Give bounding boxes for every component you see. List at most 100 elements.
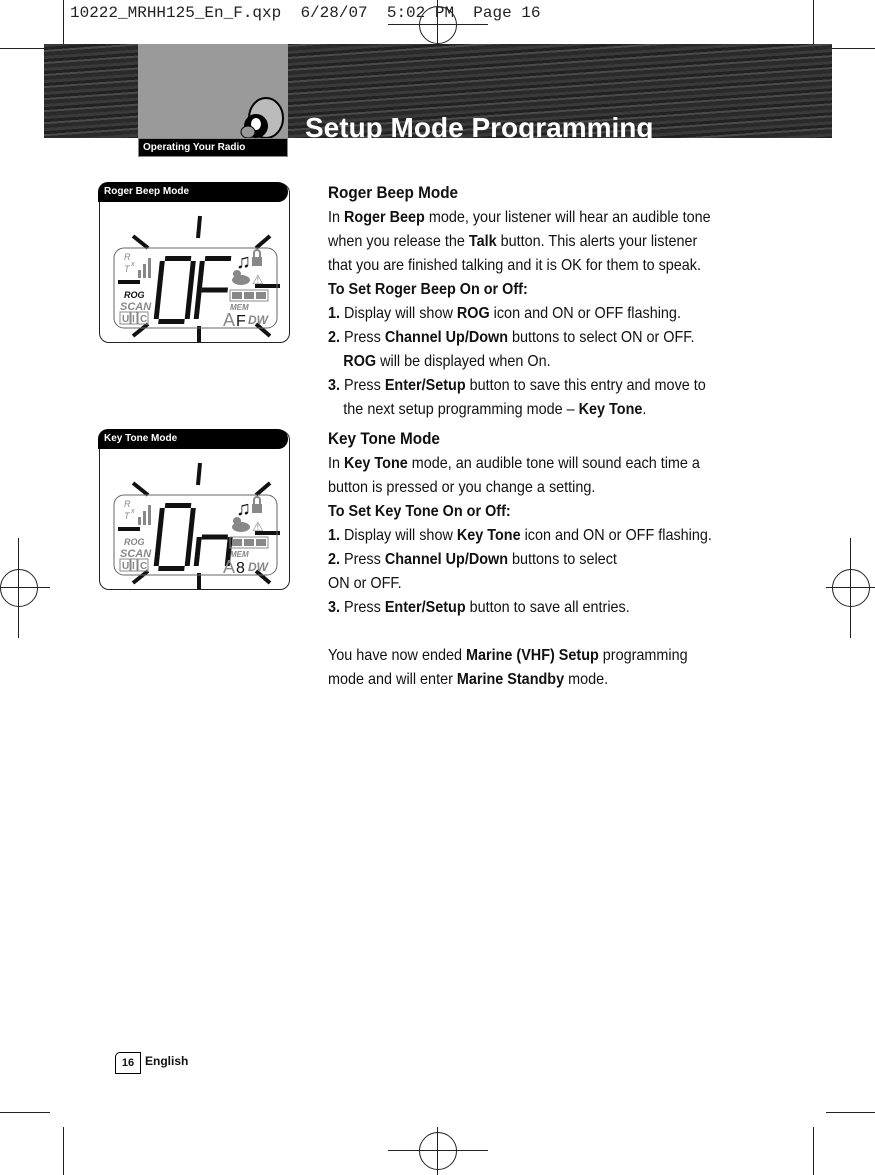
bold-text: Marine (VHF) Setup — [465, 647, 599, 664]
scan-indicator: SCAN — [120, 548, 152, 560]
text: mode. — [564, 671, 609, 688]
text: In — [328, 209, 345, 226]
text: button to save all entries. — [465, 599, 630, 616]
paragraph: You have now ended Marine (VHF) Setup pr… — [328, 644, 724, 692]
paragraph: 1. Display will show Key Tone icon and O… — [328, 524, 724, 548]
scan-indicator: SCAN — [120, 301, 152, 313]
lock-icon — [252, 249, 262, 266]
lcd-segment — [201, 287, 229, 293]
band-a-indicator: A — [223, 557, 235, 577]
paragraph: In Roger Beep mode, your listener will h… — [328, 206, 724, 278]
paragraph: To Set Key Tone On or Off: — [328, 500, 724, 524]
bold-text: Channel Up/Down — [384, 329, 509, 346]
lcd-label: x — [130, 261, 135, 268]
lcd-label: U — [122, 561, 129, 572]
lcd-label: I — [132, 561, 135, 572]
crop-mark — [832, 48, 875, 49]
lcd-segment — [153, 537, 162, 566]
lcd-segment — [201, 534, 229, 540]
section-heading: Key Tone Mode — [328, 429, 440, 448]
panel-label: Key Tone Mode — [104, 433, 178, 444]
text: buttons to select — [508, 551, 617, 568]
paragraph: 2. Press Channel Up/Down buttons to sele… — [328, 326, 724, 374]
registration-mark — [0, 569, 38, 607]
lcd-screen: R T x ROG SCAN U I C ♫ ⚠ MEM A F DW — [113, 215, 280, 342]
manual-page: 10222_MRHH125_En_F.qxp 6/28/07 5:02 PM P… — [0, 0, 875, 1175]
text: In — [328, 455, 345, 472]
page-title: Setup Mode Programming — [305, 112, 654, 138]
lcd-segment — [187, 508, 196, 537]
signal-strength-icon — [138, 505, 151, 525]
text: Display will show — [344, 305, 457, 322]
lcd-segment — [156, 508, 165, 537]
lcd-display-panel: Key Tone Mode R T x ROG SCAN U I C ♫ ⚠ M… — [98, 429, 290, 590]
paragraph: 1. Display will show ROG icon and ON or … — [328, 302, 724, 326]
bold-text: Key Tone — [344, 455, 408, 472]
text: Press — [344, 377, 385, 394]
bold-text: Talk — [468, 233, 497, 250]
lcd-segment — [156, 261, 165, 290]
text: ON or OFF. — [328, 575, 402, 592]
crop-mark — [0, 48, 44, 49]
bold-text: To Set Roger Beep On or Off: — [328, 281, 528, 298]
paragraph: 2. Press Channel Up/Down buttons to sele… — [328, 548, 724, 572]
section-heading: Roger Beep Mode — [328, 183, 459, 202]
text: Press — [344, 599, 385, 616]
panel-label-tab: Roger Beep Mode — [98, 182, 288, 202]
footer-language: English — [145, 1054, 189, 1068]
paragraph: In Key Tone mode, an audible tone will s… — [328, 452, 724, 500]
band-sub-indicator: 8 — [236, 560, 245, 577]
rx-indicator: R — [124, 499, 131, 509]
signal-strength-icon — [138, 258, 151, 278]
section-tab: Operating Your Radio — [138, 138, 288, 157]
crop-mark — [813, 1127, 814, 1175]
lock-icon — [252, 496, 262, 513]
text: icon and ON or OFF flashing. — [489, 305, 681, 322]
lcd-segment — [164, 503, 192, 508]
lcd-segment — [158, 566, 185, 571]
battery-icon — [229, 289, 269, 302]
lcd-segment — [158, 319, 185, 324]
lcd-label: T — [124, 511, 131, 521]
paragraph: To Set Roger Beep On or Off: — [328, 278, 724, 302]
lcd-segment — [153, 290, 162, 319]
lcd-segment — [184, 290, 193, 319]
lcd-segment — [187, 261, 196, 290]
bold-text: 1. — [328, 527, 345, 544]
page-number: 16 — [115, 1052, 141, 1074]
band-sub-indicator: F — [236, 313, 246, 330]
bold-text: To Set Key Tone On or Off: — [328, 503, 511, 520]
bold-text: Key Tone — [456, 527, 521, 544]
lcd-segment — [193, 537, 202, 566]
bold-text: Key Tone — [578, 401, 643, 418]
section-key-tone: Key Tone Mode In Key Tone mode, an audibl… — [328, 427, 724, 692]
lcd-screen: R T x ROG SCAN U I C ♫ ⚠ MEM A 8 DW — [113, 462, 280, 589]
bold-text: 2. — [328, 329, 345, 346]
paragraph: ON or OFF. — [328, 572, 724, 596]
lcd-display-panel: Roger Beep Mode R T x ROG SCAN U I C ♫ ⚠… — [98, 182, 290, 343]
bold-text: ROG — [456, 305, 490, 322]
bold-text: Enter/Setup — [384, 599, 466, 616]
rx-indicator: R — [124, 252, 131, 262]
section-tab-image — [138, 44, 288, 138]
bold-text: Roger Beep — [344, 209, 425, 226]
lcd-segment — [164, 256, 192, 261]
crop-mark — [63, 1127, 64, 1175]
music-note-icon: ♫ — [236, 251, 251, 273]
crop-mark — [0, 1112, 50, 1113]
text: will be displayed when On. — [376, 353, 551, 370]
text: . — [642, 401, 647, 418]
rog-indicator: ROG — [124, 537, 145, 547]
text: Press — [344, 329, 385, 346]
bold-text: Channel Up/Down — [384, 551, 509, 568]
crop-mark — [826, 1112, 875, 1113]
section-tab-label: Operating Your Radio — [143, 142, 246, 153]
text: icon and ON or OFF flashing. — [520, 527, 712, 544]
panel-label: Roger Beep Mode — [104, 186, 190, 197]
rog-indicator: ROG — [124, 290, 145, 300]
text: Display will show — [344, 527, 457, 544]
text: Press — [344, 551, 385, 568]
lcd-label: T — [124, 264, 131, 274]
warning-icon: ⚠ — [252, 519, 264, 534]
crop-mark — [813, 0, 814, 48]
